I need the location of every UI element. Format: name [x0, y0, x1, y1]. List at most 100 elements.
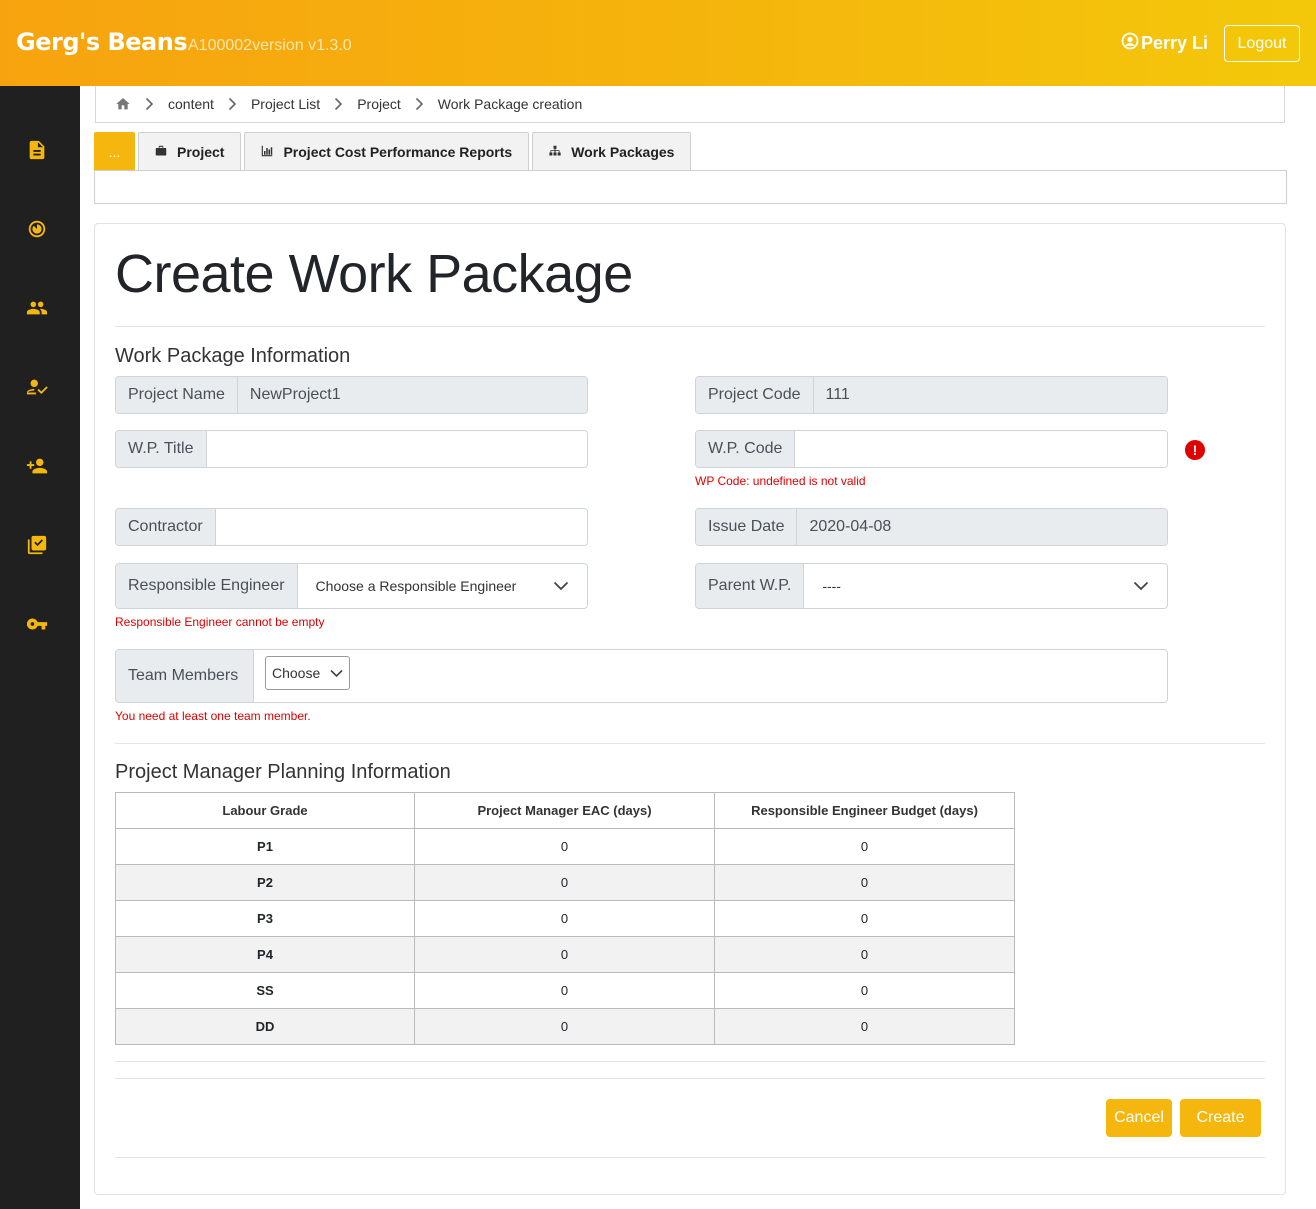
- labour-grade-cell: P4: [115, 936, 415, 973]
- add-user-icon[interactable]: [25, 454, 49, 478]
- brand-logo[interactable]: Gerg's Beans: [16, 28, 188, 56]
- tab-project[interactable]: Project: [138, 132, 242, 170]
- chevron-right-icon: [415, 97, 424, 111]
- labour-grade-cell: DD: [115, 1008, 415, 1045]
- home-icon[interactable]: [115, 96, 131, 112]
- wp-code-input[interactable]: [795, 431, 1167, 467]
- team-members-error: You need at least one team member.: [115, 709, 311, 723]
- briefcase-icon: [155, 144, 167, 160]
- user-check-icon[interactable]: [25, 375, 49, 399]
- chevron-right-icon: [228, 97, 237, 111]
- parent-wp-group: Parent W.P. ----: [695, 563, 1168, 609]
- tab-label: Project: [177, 143, 225, 160]
- chevron-down-icon: [330, 665, 343, 681]
- table-row: P4 0 0: [115, 936, 1015, 973]
- breadcrumb-item[interactable]: Project: [357, 96, 401, 112]
- eac-cell[interactable]: 0: [414, 828, 715, 865]
- table-row: P1 0 0: [115, 828, 1015, 865]
- issue-date-field: 2020-04-08: [797, 509, 1167, 545]
- contractor-label: Contractor: [116, 509, 216, 545]
- budget-cell: 0: [714, 900, 1015, 937]
- tab-label: Project Cost Performance Reports: [283, 143, 513, 160]
- engineer-error: Responsible Engineer cannot be empty: [115, 615, 325, 629]
- user-menu[interactable]: Perry Li: [1121, 32, 1208, 55]
- divider: [115, 326, 1265, 327]
- breadcrumb-item[interactable]: content: [168, 96, 214, 112]
- column-header: Responsible Engineer Budget (days): [714, 792, 1015, 829]
- engineer-select-value: Choose a Responsible Engineer: [315, 578, 517, 594]
- eac-cell[interactable]: 0: [414, 972, 715, 1009]
- labour-grade-cell: P3: [115, 900, 415, 937]
- wp-title-label: W.P. Title: [116, 431, 207, 467]
- contractor-input[interactable]: [215, 509, 587, 545]
- parent-wp-select[interactable]: ----: [804, 564, 1167, 608]
- logout-button[interactable]: Logout: [1224, 25, 1300, 62]
- issue-date-group: Issue Date 2020-04-08: [695, 508, 1168, 546]
- breadcrumb: content Project List Project Work Packag…: [95, 86, 1285, 123]
- budget-cell: 0: [714, 1008, 1015, 1045]
- tab-label: Work Packages: [571, 143, 675, 160]
- key-icon[interactable]: [25, 612, 49, 636]
- tab-work-packages[interactable]: Work Packages: [532, 132, 692, 170]
- planning-table: Labour Grade Project Manager EAC (days) …: [115, 792, 1015, 1045]
- contractor-group: Contractor: [115, 508, 588, 546]
- checklist-icon[interactable]: [25, 533, 49, 557]
- divider: [115, 743, 1265, 744]
- breadcrumb-current: Work Package creation: [437, 96, 583, 112]
- labour-grade-cell: P1: [115, 828, 415, 865]
- chevron-down-icon: [553, 578, 569, 594]
- sitemap-icon: [549, 144, 561, 160]
- timer-icon[interactable]: [25, 217, 49, 241]
- table-row: SS 0 0: [115, 972, 1015, 1009]
- cancel-button[interactable]: Cancel: [1106, 1099, 1172, 1137]
- project-name-group: Project Name NewProject1: [115, 376, 588, 414]
- people-icon[interactable]: [25, 296, 49, 320]
- parent-wp-label: Parent W.P.: [696, 564, 805, 608]
- eac-cell[interactable]: 0: [414, 900, 715, 937]
- tab-bar: ... Project Project Cost Performance Rep…: [94, 132, 692, 170]
- page-title: Create Work Package: [115, 244, 633, 304]
- wp-code-label: W.P. Code: [696, 431, 796, 467]
- eac-cell[interactable]: 0: [414, 936, 715, 973]
- wp-title-group: W.P. Title: [115, 430, 588, 468]
- create-button[interactable]: Create: [1180, 1099, 1261, 1137]
- parent-wp-select-value: ----: [822, 578, 841, 594]
- tab-more[interactable]: ...: [94, 132, 135, 170]
- labour-grade-cell: P2: [115, 864, 415, 901]
- budget-cell: 0: [714, 936, 1015, 973]
- sidebar: [0, 86, 80, 1209]
- section-title-planning: Project Manager Planning Information: [115, 761, 451, 783]
- labour-grade-cell: SS: [115, 972, 415, 1009]
- chevron-right-icon: [334, 97, 343, 111]
- engineer-select[interactable]: Choose a Responsible Engineer: [298, 564, 587, 608]
- table-row: P2 0 0: [115, 864, 1015, 901]
- divider: [115, 1061, 1265, 1062]
- eac-cell[interactable]: 0: [414, 864, 715, 901]
- top-navbar: Gerg's Beans A100002version v1.3.0 Perry…: [0, 0, 1316, 86]
- project-name-field: NewProject1: [237, 377, 587, 413]
- table-header-row: Labour Grade Project Manager EAC (days) …: [115, 792, 1015, 829]
- eac-cell[interactable]: 0: [414, 1008, 715, 1045]
- error-icon: !: [1185, 440, 1205, 460]
- tab-cost-reports[interactable]: Project Cost Performance Reports: [244, 132, 530, 170]
- breadcrumb-item[interactable]: Project List: [251, 96, 320, 112]
- team-members-select-value: Choose: [272, 665, 321, 681]
- document-icon[interactable]: [25, 138, 49, 162]
- divider: [115, 1157, 1265, 1158]
- budget-cell: 0: [714, 864, 1015, 901]
- team-members-group: Team Members Choose: [115, 649, 1168, 703]
- wp-title-input[interactable]: [206, 431, 587, 467]
- engineer-group: Responsible Engineer Choose a Responsibl…: [115, 563, 588, 609]
- divider: [115, 1078, 1265, 1079]
- budget-cell: 0: [714, 828, 1015, 865]
- team-members-label: Team Members: [116, 650, 254, 702]
- user-name: Perry Li: [1141, 33, 1209, 53]
- project-code-group: Project Code 111: [695, 376, 1168, 414]
- chevron-down-icon: [1133, 578, 1149, 594]
- chevron-right-icon: [145, 97, 154, 111]
- engineer-label: Responsible Engineer: [116, 564, 298, 608]
- project-code-label: Project Code: [696, 377, 814, 413]
- tab-panel: [94, 170, 1287, 204]
- table-row: DD 0 0: [115, 1008, 1015, 1045]
- team-members-select[interactable]: Choose: [265, 656, 350, 690]
